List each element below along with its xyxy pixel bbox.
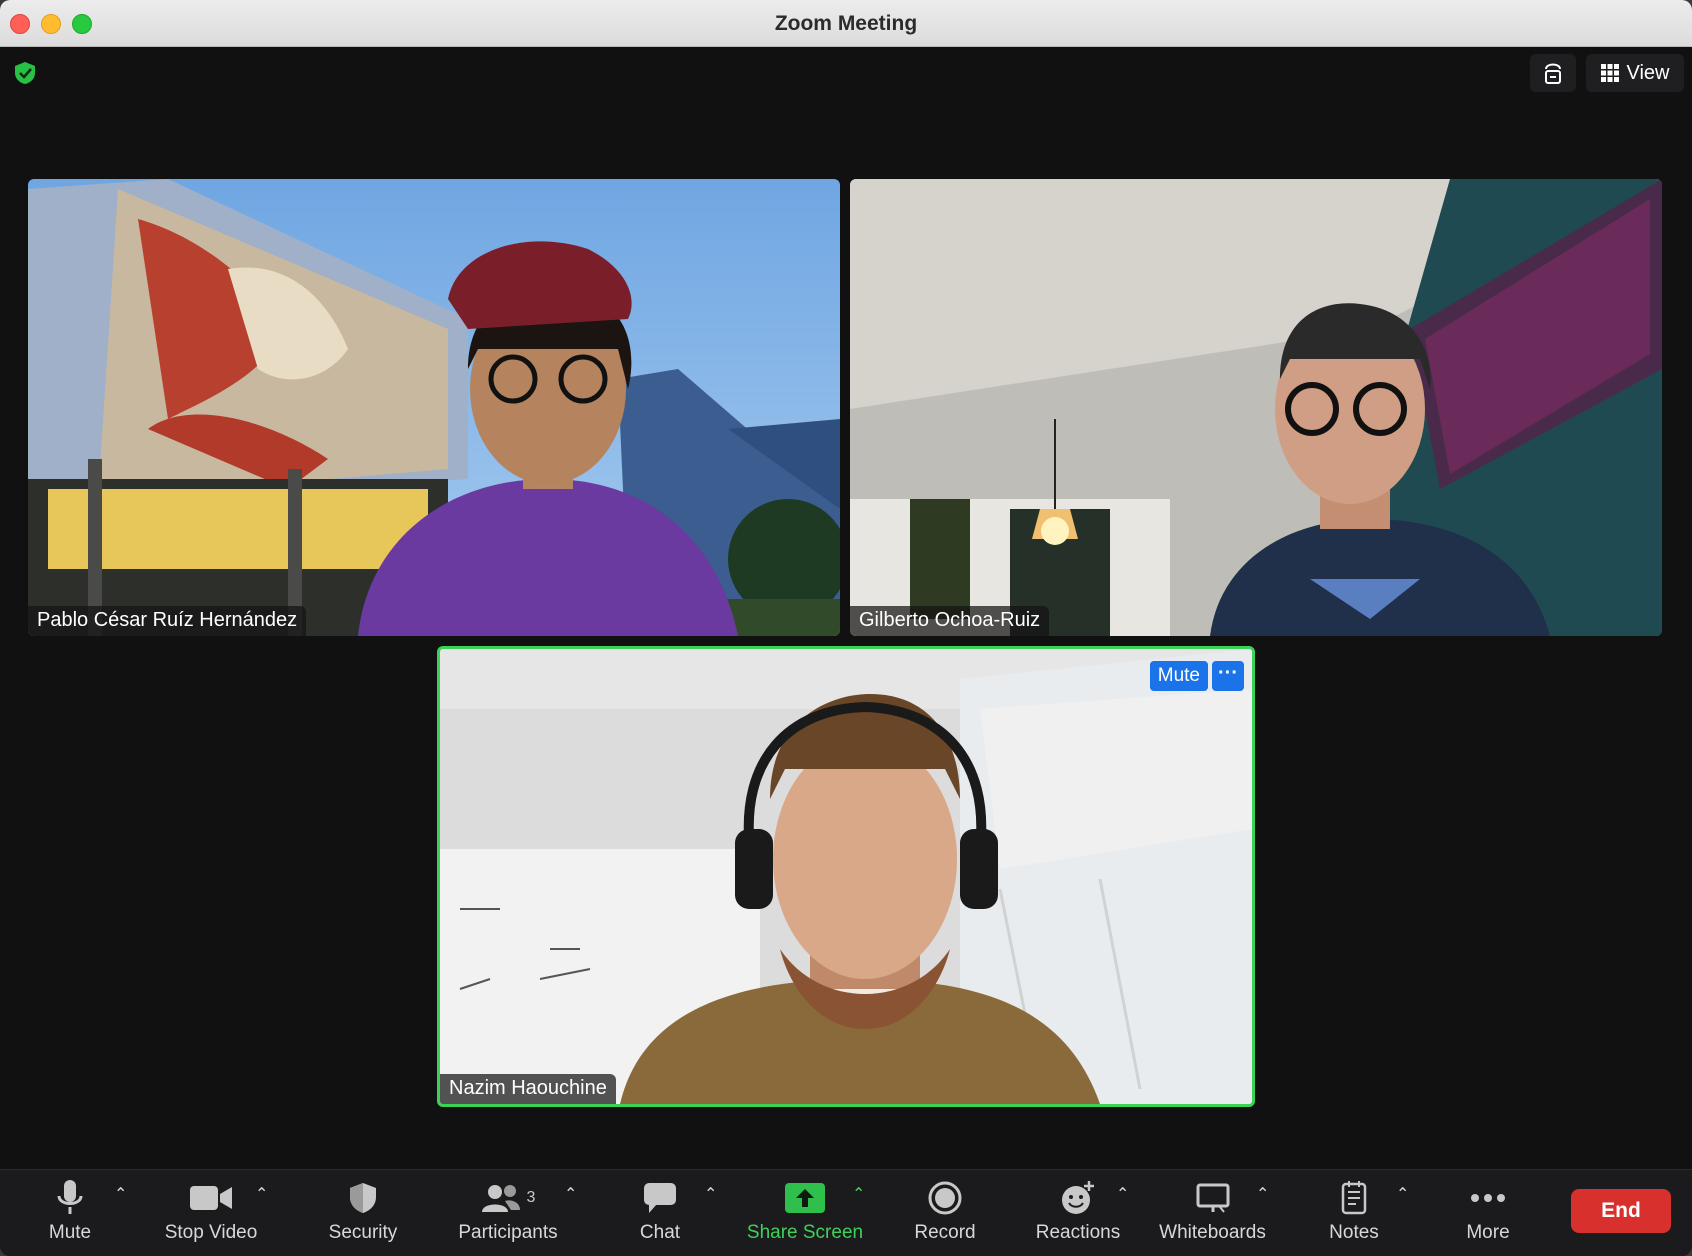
participants-label: Participants: [458, 1222, 558, 1243]
more-options-button[interactable]: ···: [1212, 661, 1244, 691]
caret-up-icon[interactable]: ⌃: [1116, 1184, 1129, 1204]
participant-name: Gilberto Ochoa-Ruiz: [850, 606, 1050, 636]
reactions-icon: [1062, 1181, 1094, 1214]
share-screen-button[interactable]: Share Screen: [740, 1176, 870, 1252]
window-title: Zoom Meeting: [774, 12, 918, 35]
security-label: Security: [328, 1222, 398, 1243]
reactions-button[interactable]: Reactions: [1028, 1176, 1128, 1252]
video-tile-gilberto[interactable]: Gilberto Ochoa-Ruiz: [850, 179, 1662, 636]
participants-button[interactable]: 3 Participants: [452, 1176, 564, 1252]
share-screen-label: Share Screen: [746, 1222, 864, 1243]
record-label: Record: [914, 1222, 976, 1243]
camera-switch-icon: [1545, 63, 1561, 84]
zoom-window: Zoom Meeting View Pablo César Ruíz Herná…: [0, 0, 1692, 1256]
mute-button[interactable]: Mute: [30, 1176, 110, 1252]
reactions-label: Reactions: [1035, 1222, 1121, 1243]
share-screen-icon: [785, 1183, 825, 1213]
video-feed: [28, 179, 840, 636]
microphone-icon: [57, 1180, 83, 1214]
participant-name: Pablo César Ruíz Hernández: [28, 606, 307, 636]
caret-up-icon[interactable]: ⌃: [564, 1184, 577, 1204]
stop-video-label: Stop Video: [164, 1222, 258, 1243]
video-feed: [440, 649, 1252, 1104]
participant-name: Nazim Haouchine: [440, 1074, 616, 1104]
caret-up-icon[interactable]: ⌃: [255, 1184, 268, 1204]
more-dots-icon: [1471, 1194, 1505, 1202]
grid-icon: [1600, 64, 1619, 82]
caret-up-icon[interactable]: ⌃: [114, 1184, 127, 1204]
whiteboards-label: Whiteboards: [1159, 1222, 1266, 1243]
view-label: View: [1626, 61, 1670, 84]
chat-bubble-icon: [644, 1183, 676, 1213]
caret-up-icon[interactable]: ⌃: [1396, 1184, 1409, 1204]
participants-icon: [481, 1185, 520, 1212]
video-camera-icon: [190, 1186, 232, 1210]
whiteboard-icon: [1196, 1183, 1229, 1213]
notes-label: Notes: [1329, 1222, 1379, 1243]
view-button[interactable]: View: [1586, 54, 1684, 92]
notes-button[interactable]: Notes: [1314, 1176, 1394, 1252]
switch-camera-button[interactable]: [1530, 54, 1576, 92]
record-icon: [928, 1181, 962, 1215]
end-meeting-button[interactable]: End: [1571, 1189, 1671, 1233]
more-label: More: [1466, 1222, 1510, 1243]
notes-icon: [1341, 1181, 1367, 1215]
caret-up-icon[interactable]: ⌃: [1256, 1184, 1269, 1204]
shield-check-icon[interactable]: [12, 60, 38, 86]
participants-count: 3: [526, 1189, 536, 1206]
caret-up-icon[interactable]: ⌃: [704, 1184, 717, 1204]
whiteboards-button[interactable]: Whiteboards: [1155, 1176, 1270, 1252]
video-feed: [850, 179, 1662, 636]
meeting-toolbar: Mute ⌃ Stop Video ⌃ Security 3 Participa…: [0, 1169, 1692, 1256]
caret-up-icon[interactable]: ⌃: [852, 1184, 865, 1204]
security-shield-icon: [350, 1183, 376, 1213]
title-bar: Zoom Meeting: [0, 0, 1692, 47]
chat-label: Chat: [639, 1222, 681, 1243]
chat-button[interactable]: Chat: [620, 1176, 700, 1252]
stop-video-button[interactable]: Stop Video: [150, 1176, 272, 1252]
video-tile-nazim-active-speaker[interactable]: Mute ··· Nazim Haouchine: [437, 646, 1255, 1107]
more-button[interactable]: More: [1448, 1176, 1528, 1252]
mute-participant-button[interactable]: Mute: [1149, 661, 1208, 691]
security-button[interactable]: Security: [318, 1176, 408, 1252]
video-tile-pablo[interactable]: Pablo César Ruíz Hernández: [28, 179, 840, 636]
record-button[interactable]: Record: [905, 1176, 985, 1252]
mute-label: Mute: [48, 1222, 92, 1243]
